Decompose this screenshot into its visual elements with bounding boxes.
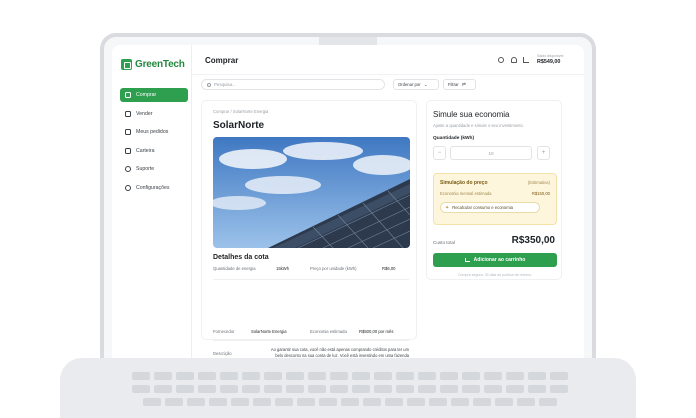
sort-label: Ordenar por [398, 82, 421, 87]
recalculate-button[interactable]: ✦ Recalcular consumo e economia [440, 202, 540, 213]
sidebar-item-suporte[interactable]: Suporte [120, 162, 188, 176]
cart-icon[interactable] [523, 57, 529, 63]
user-icon[interactable] [498, 57, 504, 63]
cart-icon [464, 258, 470, 262]
wallet-icon [125, 147, 131, 154]
filter-label: Filtrar [448, 82, 459, 87]
cart-icon [125, 92, 131, 98]
unit-price-label: Preço por unidade (kWh) [310, 266, 357, 271]
energy-label: Quantidade de energia [213, 266, 256, 271]
sidebar-item-vender[interactable]: Vender [120, 107, 188, 121]
supplier-value: SolarNorte Energia [251, 329, 287, 334]
simulator-subtitle: Ajuste a quantidade e simule o seu inves… [433, 123, 523, 128]
quantity-field[interactable]: 10 [450, 146, 532, 160]
laptop-keyboard-base [60, 358, 636, 418]
sidebar-nav: Comprar Vender Meus pedidos Carteira Sup… [120, 88, 188, 199]
total-cost-value: R$350,00 [511, 235, 555, 246]
sidebar-item-pedidos[interactable]: Meus pedidos [120, 125, 188, 139]
solar-panel-image [213, 137, 410, 248]
gear-icon [125, 184, 131, 191]
product-card: Comprar / SolarNorte Energia SolarNorte [201, 100, 417, 358]
energy-value: 15kWh [276, 266, 290, 271]
monthly-savings-label: Economia mensal estimada [440, 191, 492, 196]
quantity-plus-button[interactable]: + [537, 146, 550, 160]
sidebar-item-label: Configurações [136, 184, 170, 191]
keyboard [100, 372, 600, 411]
quantity-label: Quantidade (kWh) [433, 136, 475, 141]
simulation-title: Simulação do preço [440, 180, 488, 186]
breadcrumb[interactable]: Comprar / SolarNorte Energia [213, 109, 268, 114]
search-placeholder: Pesquisa... [214, 82, 236, 87]
unit-price-value: R$6,00 [382, 266, 396, 271]
savings-label: Economia estimada [310, 329, 347, 334]
chevron-down-icon: ⌄ [423, 81, 428, 88]
estimate-badge: (Estimativa) [527, 180, 550, 185]
search-icon [207, 82, 211, 87]
app-screen: GreenTech Comprar Vender Meus pedidos Ca… [112, 45, 584, 358]
recalculate-label: Recalcular consumo e economia [452, 205, 513, 210]
filter-button[interactable]: Filtrar ⇌ [443, 79, 476, 90]
price-simulation-box: Simulação do preço (Estimativa) Economia… [433, 173, 557, 225]
total-cost-label: Custo total [433, 240, 455, 245]
balance-label: Saldo disponível [537, 54, 564, 58]
simulator-card: Simule sua economia Ajuste a quantidade … [426, 100, 562, 280]
page-title: Comprar [205, 56, 239, 65]
topbar: Comprar Saldo disponível R$549,00 [192, 45, 584, 75]
savings-value: R$500,00 por mês [359, 329, 394, 334]
sidebar-item-carteira[interactable]: Carteira [120, 144, 188, 158]
product-title: SolarNorte [213, 120, 265, 131]
brand-logo[interactable]: GreenTech [121, 59, 185, 70]
sidebar-item-label: Comprar [136, 92, 157, 98]
sidebar-item-label: Vender [136, 110, 153, 117]
add-to-cart-button[interactable]: Adicionar ao carrinho [433, 253, 557, 267]
secure-purchase-note: Compra segura. 30 dias de política de re… [457, 273, 533, 277]
simulator-title: Simule sua economia [433, 110, 510, 119]
solar-panel-photo [213, 137, 410, 248]
balance-value: R$549,00 [537, 59, 561, 65]
orders-icon [125, 129, 131, 135]
sidebar-item-label: Meus pedidos [136, 129, 169, 135]
sidebar: GreenTech Comprar Vender Meus pedidos Ca… [112, 45, 192, 358]
divider [213, 340, 409, 341]
bell-icon[interactable] [511, 57, 517, 63]
quantity-minus-button[interactable]: − [433, 146, 446, 160]
store-icon [125, 110, 131, 117]
sliders-icon: ⇌ [461, 81, 466, 88]
sidebar-item-label: Suporte [136, 166, 155, 172]
add-to-cart-label: Adicionar ao carrinho [473, 257, 526, 263]
sidebar-item-comprar[interactable]: Comprar [120, 88, 188, 102]
sparkle-icon: ✦ [445, 204, 450, 211]
description-text: Ao garantir sua cota, você não está apen… [270, 347, 409, 358]
search-input[interactable]: Pesquisa... [201, 79, 385, 90]
sort-button[interactable]: Ordenar por ⌄ [393, 79, 439, 90]
brand-name: GreenTech [135, 59, 185, 70]
sidebar-item-label: Carteira [136, 147, 155, 154]
leaf-logo-icon [121, 59, 132, 70]
monthly-savings-value: R$150,00 [531, 191, 550, 196]
help-icon [125, 166, 131, 172]
sidebar-item-configuracoes[interactable]: Configurações [120, 181, 188, 195]
details-title: Detalhes da cota [213, 254, 269, 261]
supplier-label: Fornecedor [213, 329, 235, 334]
description-label: Descrição [213, 351, 232, 356]
divider [213, 279, 409, 280]
